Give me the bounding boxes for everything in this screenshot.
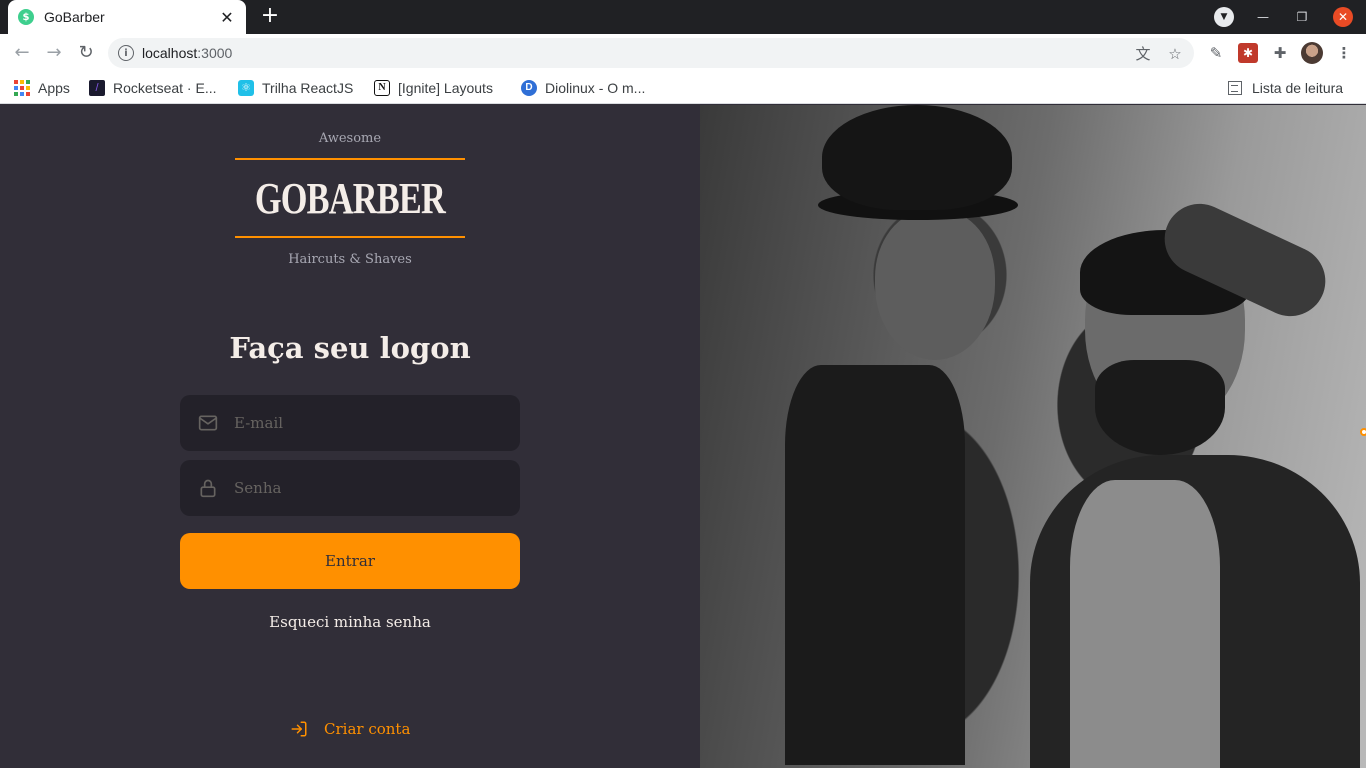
logo-wordmark: GOBARBER [235, 160, 465, 236]
barber-background-photo [700, 105, 1366, 768]
window-close-icon[interactable]: ✕ [1333, 7, 1353, 27]
login-submit-button[interactable]: Entrar [180, 533, 520, 589]
forward-arrow-icon[interactable]: → [42, 41, 66, 65]
bookmark-label: Rocketseat · E... [113, 80, 217, 96]
create-account-link[interactable]: Criar conta [290, 718, 410, 740]
window-restore-icon[interactable]: ❐ [1292, 7, 1312, 27]
tab-title: GoBarber [44, 9, 105, 25]
photo-barber-face-shape [875, 210, 995, 360]
photo-customer-tee-shape [1070, 480, 1220, 768]
react-icon: ⚛ [238, 80, 254, 96]
back-arrow-icon[interactable]: ← [10, 41, 34, 65]
mail-icon [198, 413, 218, 433]
new-tab-plus-icon[interactable]: + [258, 5, 282, 29]
diolinux-icon: D [521, 80, 537, 96]
photo-hat-shape [822, 105, 1012, 210]
bookmark-diolinux[interactable]: D Diolinux - O m... [521, 78, 645, 98]
bookmark-apps[interactable]: Apps [14, 78, 70, 98]
browser-toolbar: ← → ↻ i localhost:3000 文 ☆ ✎ ✱ ✚ ⋮ [0, 34, 1366, 72]
kebab-menu-icon[interactable]: ⋮ [1334, 43, 1354, 63]
site-info-icon[interactable]: i [118, 45, 134, 61]
bookmark-label: [Ignite] Layouts [398, 80, 493, 96]
bookmark-star-icon[interactable]: ☆ [1166, 45, 1184, 63]
bookmark-ignite-layouts[interactable]: N [Ignite] Layouts [374, 78, 493, 98]
reload-icon[interactable]: ↻ [74, 41, 98, 65]
bookmark-label: Trilha ReactJS [262, 80, 354, 96]
window-minimize-icon[interactable]: — [1253, 7, 1273, 27]
login-panel: Awesome GOBARBER Haircuts & Shaves Faça … [0, 105, 700, 768]
puzzle-extensions-icon[interactable]: ✚ [1270, 43, 1290, 63]
log-in-icon [290, 719, 310, 739]
create-account-label: Criar conta [324, 720, 411, 738]
logo-rule-bottom [235, 236, 465, 238]
password-field[interactable] [180, 460, 520, 516]
url-port: :3000 [197, 45, 233, 61]
bookmark-rocketseat[interactable]: / Rocketseat · E... [89, 78, 216, 98]
forgot-password-link[interactable]: Esqueci minha senha [180, 613, 520, 631]
bookmark-trilha-reactjs[interactable]: ⚛ Trilha ReactJS [238, 78, 353, 98]
rocketseat-icon: / [89, 80, 105, 96]
eyedropper-extension-icon[interactable]: ✎ [1206, 43, 1226, 63]
dollar-favicon-icon: $ [18, 9, 34, 25]
login-title: Faça seu logon [229, 331, 471, 365]
bookmark-label: Apps [38, 80, 70, 96]
tab-search-chevron-icon[interactable]: ▼ [1214, 7, 1234, 27]
email-field[interactable] [180, 395, 520, 451]
photo-customer-beard-shape [1095, 360, 1225, 455]
password-input[interactable] [234, 479, 504, 497]
bookmarks-bar: Apps / Rocketseat · E... ⚛ Trilha ReactJ… [0, 72, 1366, 104]
apps-grid-icon [14, 80, 30, 96]
logo-tagline-top: Awesome [318, 131, 382, 146]
profile-avatar[interactable] [1301, 42, 1323, 64]
logo-tagline-bottom: Haircuts & Shaves [288, 252, 412, 267]
page-scroll-indicator [1360, 428, 1366, 436]
photo-apron-shape [785, 365, 965, 765]
lock-icon [198, 478, 218, 498]
email-input[interactable] [234, 414, 504, 432]
red-extension-icon[interactable]: ✱ [1238, 43, 1258, 63]
url-host: localhost [142, 45, 198, 61]
page: Awesome GOBARBER Haircuts & Shaves Faça … [0, 105, 1366, 768]
address-bar[interactable]: i localhost:3000 文 ☆ [108, 38, 1194, 68]
bookmark-label: Diolinux - O m... [545, 80, 646, 96]
logo-name: GOBARBER [254, 173, 446, 223]
browser-tab-bar: $ GoBarber ✕ + ▼ — ❐ ✕ [0, 0, 1366, 34]
reading-list-icon [1228, 81, 1242, 95]
browser-tab-active[interactable]: $ GoBarber ✕ [8, 0, 246, 34]
notion-icon: N [374, 80, 390, 96]
reading-list-label: Lista de leitura [1252, 80, 1344, 96]
gobarber-logo: Awesome GOBARBER Haircuts & Shaves [235, 131, 465, 267]
tab-close-icon[interactable]: ✕ [218, 8, 236, 27]
reading-list-button[interactable]: Lista de leitura [1228, 78, 1343, 98]
translate-icon[interactable]: 文 [1134, 45, 1152, 63]
